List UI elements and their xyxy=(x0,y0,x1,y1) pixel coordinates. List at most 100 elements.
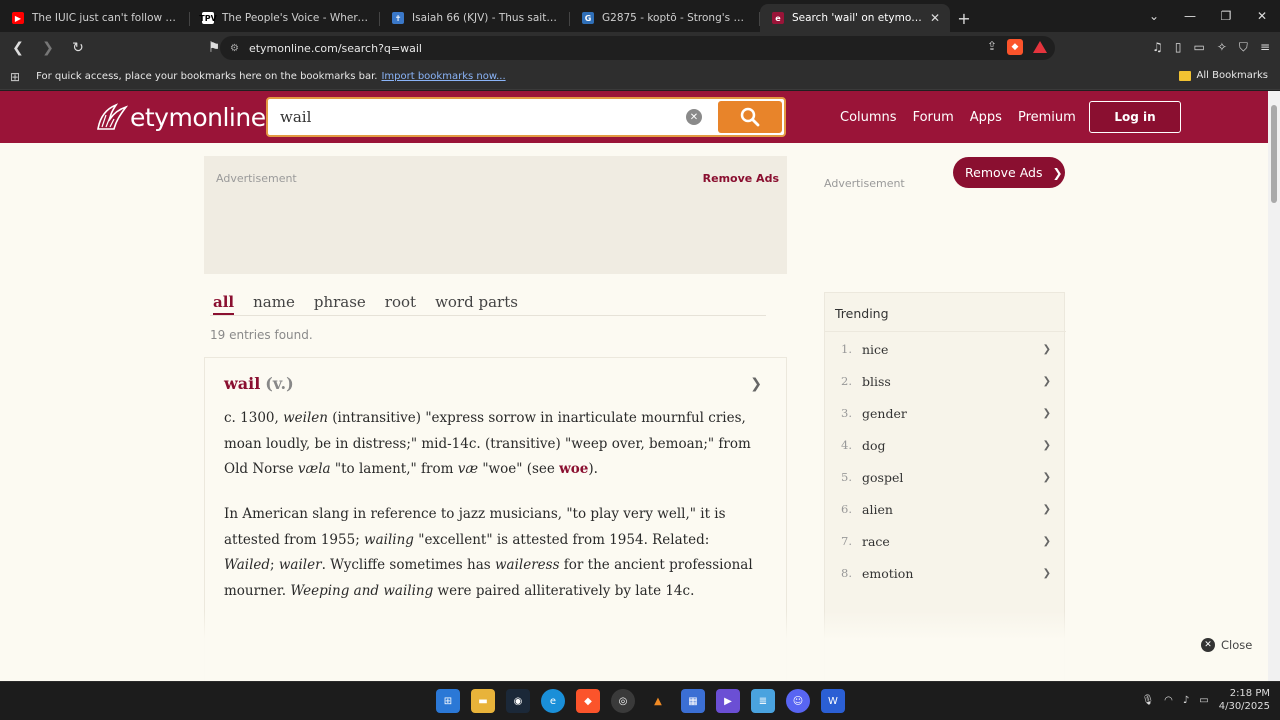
nav-forum[interactable]: Forum xyxy=(913,110,954,125)
new-tab-button[interactable]: + xyxy=(950,4,978,32)
trending-item[interactable]: 5. gospel ❯ xyxy=(841,467,1051,487)
page-viewport: etymonline ✕ Columns Forum Apps Premium … xyxy=(0,91,1268,681)
file-explorer-icon[interactable]: ▬ xyxy=(471,689,495,713)
trending-rank: 3. xyxy=(841,406,852,420)
edge-icon[interactable]: e xyxy=(541,689,565,713)
entry-heading[interactable]: wail (v.) xyxy=(224,374,294,393)
blueletter-icon: G xyxy=(582,12,594,24)
trending-item[interactable]: 6. alien ❯ xyxy=(841,499,1051,519)
close-window-icon[interactable]: ✕ xyxy=(1244,9,1280,23)
discord-icon[interactable]: ☺ xyxy=(786,689,810,713)
scrollbar-thumb[interactable] xyxy=(1271,105,1277,203)
nav-columns[interactable]: Columns xyxy=(840,110,897,125)
filter-tab-all[interactable]: all xyxy=(213,293,235,315)
text: were paired alliteratively by late 14c. xyxy=(433,582,695,599)
remove-ads-button-label: Remove Ads xyxy=(965,165,1043,180)
battery-icon[interactable]: ▭ xyxy=(1199,695,1208,706)
bookmarks-bar: ⊞ For quick access, place your bookmarks… xyxy=(0,64,1280,90)
sidebar-icon[interactable]: ▯ xyxy=(1175,40,1182,55)
browser-tab[interactable]: ▶ The IUIC just can't follow simple instr… xyxy=(0,4,190,32)
page-scrollbar[interactable] xyxy=(1268,91,1280,681)
trending-item[interactable]: 8. emotion ❯ xyxy=(841,563,1051,583)
filter-tab-phrase[interactable]: phrase xyxy=(314,293,366,315)
entry-paragraph-2: In American slang in reference to jazz m… xyxy=(224,502,764,604)
leo-icon[interactable]: ✧ xyxy=(1217,40,1227,55)
text: "excellent" is attested from 1954. Relat… xyxy=(413,531,710,548)
trending-item[interactable]: 3. gender ❯ xyxy=(841,403,1051,423)
menu-icon[interactable]: ≡ xyxy=(1260,40,1270,55)
wifi-icon[interactable]: ◠ xyxy=(1164,695,1173,706)
chevron-right-icon[interactable]: ❯ xyxy=(750,376,762,392)
steam-icon[interactable]: ◉ xyxy=(506,689,530,713)
text: ). xyxy=(588,461,598,477)
minimize-icon[interactable]: — xyxy=(1172,9,1208,23)
restore-icon[interactable]: ❐ xyxy=(1208,9,1244,23)
search-input[interactable] xyxy=(268,108,668,126)
tab-strip: ▶ The IUIC just can't follow simple instr… xyxy=(0,0,1280,32)
windows-start-icon[interactable]: ⊞ xyxy=(436,689,460,713)
close-overlay-button[interactable]: ✕ Close xyxy=(1201,633,1252,657)
browser-tab[interactable]: e Search 'wail' on etymonline ✕ xyxy=(760,4,950,32)
bottom-fade-overlay xyxy=(0,611,1268,681)
remove-ads-button[interactable]: Remove Ads ❯ xyxy=(953,157,1065,188)
back-icon[interactable]: ❮ xyxy=(6,36,30,60)
forward-icon[interactable]: ❯ xyxy=(36,36,60,60)
apps-grid-icon[interactable]: ⊞ xyxy=(10,70,20,84)
trending-word: gospel xyxy=(862,469,904,485)
notepad-icon[interactable]: ≣ xyxy=(751,689,775,713)
clock-date: 4/30/2025 xyxy=(1218,701,1270,712)
site-header: etymonline ✕ Columns Forum Apps Premium … xyxy=(0,91,1268,143)
filter-tab-word-parts[interactable]: word parts xyxy=(435,293,518,315)
brave-taskbar-icon[interactable]: ◆ xyxy=(576,689,600,713)
microphone-icon[interactable]: 🎙 xyxy=(1141,695,1154,706)
login-button[interactable]: Log in xyxy=(1089,101,1181,133)
text: . Wycliffe sometimes has xyxy=(321,557,495,573)
filter-tab-root[interactable]: root xyxy=(385,293,416,315)
site-logo[interactable]: etymonline xyxy=(94,101,266,133)
browser-tab[interactable]: G G2875 - koptō - Strong's Greek Lexicon xyxy=(570,4,760,32)
tab-title: G2875 - koptō - Strong's Greek Lexicon xyxy=(602,12,750,24)
browser-tab[interactable]: ✝ Isaiah 66 (KJV) - Thus saith the LORD xyxy=(380,4,570,32)
site-info-icon[interactable]: ⚙ xyxy=(230,43,239,54)
entry-paragraph-1: c. 1300, weilen (intransitive) "express … xyxy=(224,406,764,483)
media-icon[interactable]: ♫ xyxy=(1152,40,1163,55)
brave-rewards-icon[interactable] xyxy=(1033,41,1047,53)
trending-rank: 2. xyxy=(841,374,852,388)
nav-premium[interactable]: Premium xyxy=(1018,110,1076,125)
clear-search-icon[interactable]: ✕ xyxy=(686,109,702,125)
browser-tab[interactable]: TPV The People's Voice - Where Mainstream xyxy=(190,4,380,32)
reload-icon[interactable]: ↻ xyxy=(66,36,90,60)
tab-list: ▶ The IUIC just can't follow simple instr… xyxy=(0,0,950,32)
trending-item[interactable]: 2. bliss ❯ xyxy=(841,371,1051,391)
chrome-icon[interactable]: ◎ xyxy=(611,689,635,713)
address-bar[interactable]: ⚙ etymonline.com/search?q=wail ⇪ ◆ xyxy=(220,36,1055,60)
clock[interactable]: 2:18 PM 4/30/2025 xyxy=(1219,687,1270,713)
folder-icon xyxy=(1178,70,1191,81)
search-box: ✕ xyxy=(266,97,786,137)
volume-icon[interactable]: ♪ xyxy=(1183,695,1189,706)
italic-form: væ xyxy=(457,461,479,477)
all-bookmarks-button[interactable]: All Bookmarks xyxy=(1178,70,1268,81)
site-nav: Columns Forum Apps Premium xyxy=(840,110,1076,125)
tab-title: Isaiah 66 (KJV) - Thus saith the LORD xyxy=(412,12,560,24)
import-bookmarks-link[interactable]: Import bookmarks now... xyxy=(381,71,505,82)
share-icon[interactable]: ⇪ xyxy=(987,39,997,55)
search-button[interactable] xyxy=(718,101,782,133)
store-icon[interactable]: ▦ xyxy=(681,689,705,713)
wallet-icon[interactable]: ▭ xyxy=(1194,40,1205,55)
tab-search-icon[interactable]: ⌄ xyxy=(1136,9,1172,23)
trending-item[interactable]: 1. nice ❯ xyxy=(841,339,1051,359)
crossref-link-woe[interactable]: woe xyxy=(559,461,588,477)
trending-item[interactable]: 4. dog ❯ xyxy=(841,435,1051,455)
vpn-icon[interactable]: ⛉ xyxy=(1239,40,1248,55)
vlc-icon[interactable]: ▲ xyxy=(646,689,670,713)
brave-shield-icon[interactable]: ◆ xyxy=(1007,39,1023,55)
remove-ads-link[interactable]: Remove Ads xyxy=(703,172,779,185)
entry-pos: (v.) xyxy=(265,374,294,393)
word-icon[interactable]: W xyxy=(821,689,845,713)
close-tab-icon[interactable]: ✕ xyxy=(930,11,940,25)
video-editor-icon[interactable]: ▶ xyxy=(716,689,740,713)
trending-item[interactable]: 7. race ❯ xyxy=(841,531,1051,551)
nav-apps[interactable]: Apps xyxy=(970,110,1002,125)
filter-tab-name[interactable]: name xyxy=(253,293,295,315)
